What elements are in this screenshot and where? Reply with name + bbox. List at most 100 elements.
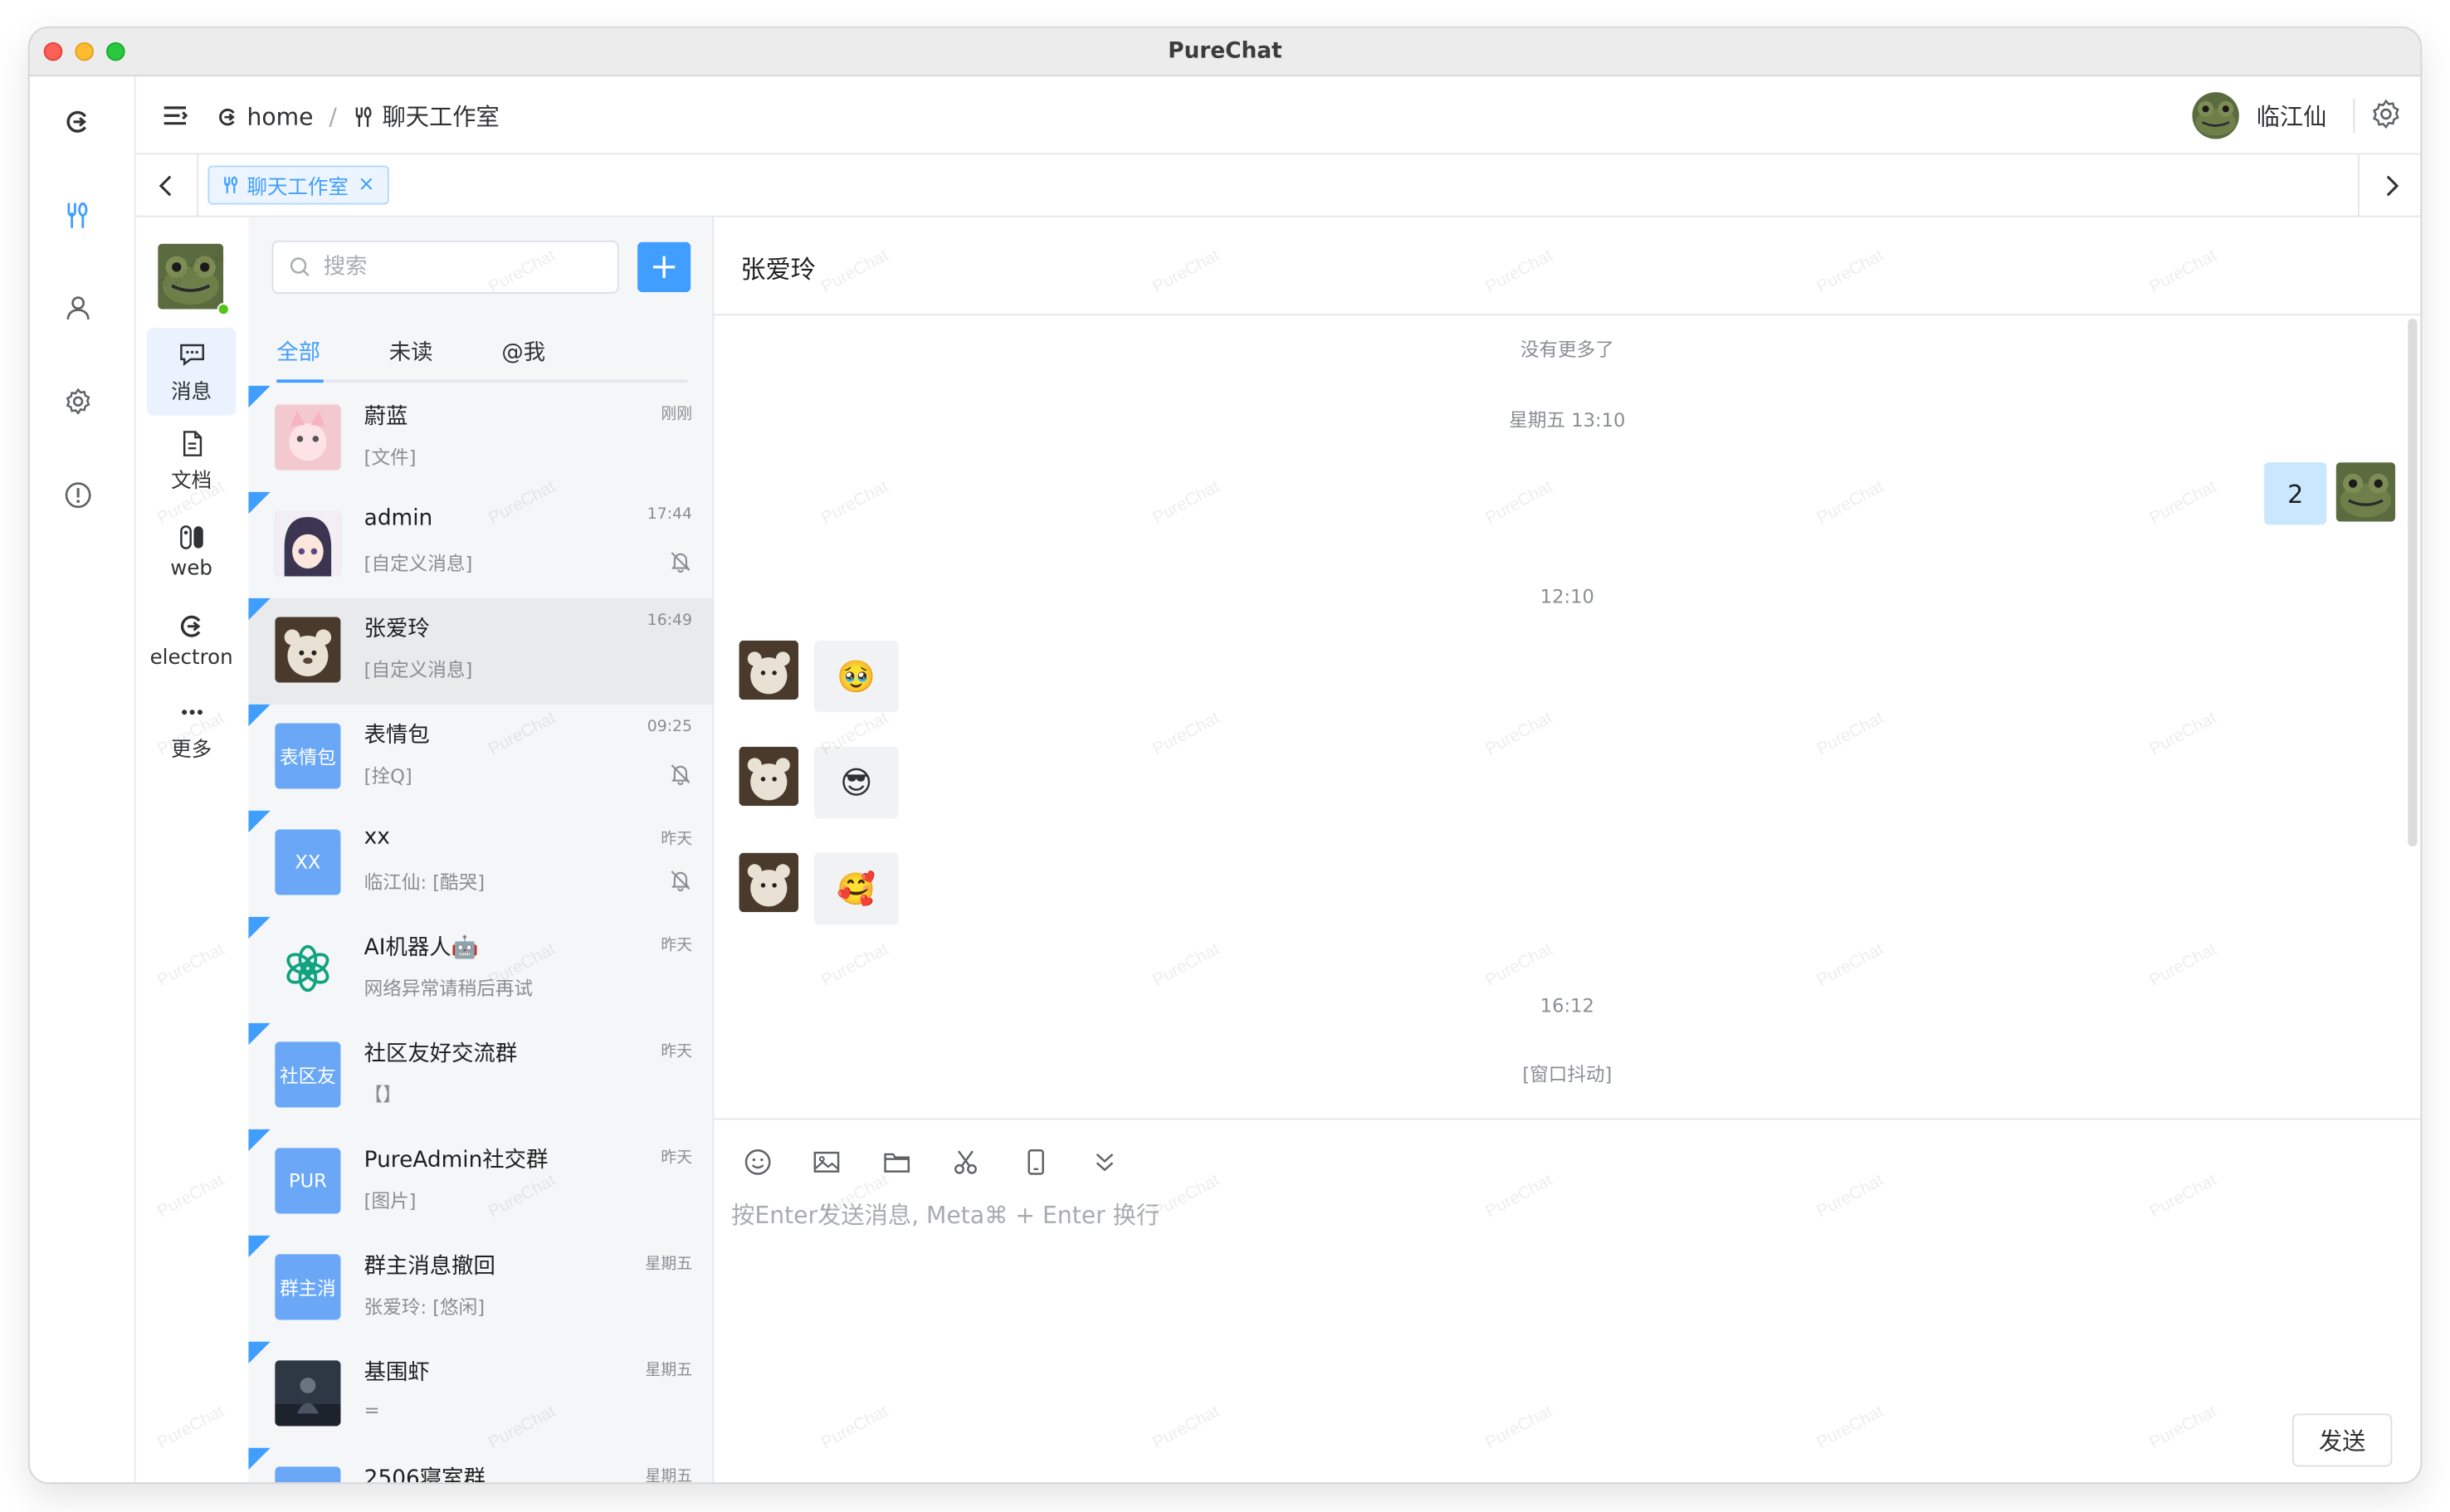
bell-off-icon xyxy=(671,764,691,785)
tags-scroll-left-icon[interactable] xyxy=(136,154,199,217)
conversation-name: 张爱玲 xyxy=(364,617,430,642)
nav-messages-label: 消息 xyxy=(171,380,212,404)
conversation-preview: 张爱玲: [悠闲] xyxy=(364,1296,486,1319)
conversation-item[interactable]: PUR PureAdmin社交群 [图片] 昨天 xyxy=(248,1129,712,1236)
user-avatar xyxy=(2192,92,2239,139)
search-box[interactable] xyxy=(271,240,619,294)
conversation-item[interactable]: 群主消 群主消息撤回 张爱玲: [悠闲] 星期五 xyxy=(248,1235,712,1342)
contact-message-avatar[interactable] xyxy=(739,746,799,807)
conversation-time: 09:25 xyxy=(647,718,693,736)
expand-icon[interactable] xyxy=(1088,1145,1121,1178)
tab-active-indicator xyxy=(276,379,324,383)
tab-unread[interactable]: 未读 xyxy=(389,336,433,368)
send-button[interactable]: 发送 xyxy=(2291,1413,2393,1467)
conversation-item[interactable]: XX xx 临江仙: [酷哭] 昨天 xyxy=(248,810,712,917)
window-title: PureChat xyxy=(1168,39,1282,65)
electron-icon xyxy=(180,614,200,637)
user-menu[interactable]: 临江仙 xyxy=(2192,90,2326,140)
contact-message-avatar[interactable] xyxy=(739,852,799,913)
nav-web[interactable]: web xyxy=(147,508,236,595)
conversation-time: 星期五 xyxy=(645,1362,693,1379)
chat-panel: 张爱玲 没有更多了 星期五 13:10 2 12:10 🥹 😎 🥰 16:12 … xyxy=(714,217,2421,1483)
pinned-corner xyxy=(248,1235,271,1258)
window-shake-notice: [窗口抖动] xyxy=(1522,1063,1613,1086)
message-scrollbar[interactable] xyxy=(2408,318,2418,847)
rail-home-icon[interactable] xyxy=(60,103,97,140)
conversation-avatar: 社区友 xyxy=(275,1041,341,1108)
conversation-item-active[interactable]: 张爱玲 [自定义消息] 16:49 xyxy=(248,597,713,705)
emoji-message[interactable]: 🥹 xyxy=(813,640,899,713)
collapse-menu-icon[interactable] xyxy=(161,101,189,129)
conversation-preview: 网络异常请稍后再试 xyxy=(364,978,534,1000)
emoji-message[interactable]: 🥰 xyxy=(813,852,899,925)
conversation-time: 16:49 xyxy=(647,612,693,630)
online-status-dot xyxy=(217,303,230,316)
my-message-bubble[interactable]: 2 xyxy=(2264,462,2327,525)
pinned-corner xyxy=(248,1341,271,1364)
conversation-list: 蔚蓝 [文件] 刚刚 admin [自定义消息] 17:44 张爱玲 [自定义消… xyxy=(248,385,713,1483)
search-input[interactable] xyxy=(323,254,589,280)
rail-user-icon[interactable] xyxy=(60,289,97,326)
rail-settings-icon[interactable] xyxy=(60,383,97,420)
conversation-preview: [拴Q] xyxy=(364,765,412,788)
conversation-item[interactable]: 表情包 表情包 [拴Q] 09:25 xyxy=(248,704,712,811)
nav-electron[interactable]: electron xyxy=(147,597,236,684)
conversation-preview: [自定义消息] xyxy=(364,659,473,681)
conversation-name: admin xyxy=(364,505,433,531)
message-input[interactable] xyxy=(731,1197,2138,1292)
conversation-pane: 全部 未读 @我 蔚蓝 [文件] 刚刚 xyxy=(248,217,715,1483)
chat-title: 张爱玲 xyxy=(740,254,816,285)
image-icon[interactable] xyxy=(810,1145,843,1178)
gear-icon[interactable] xyxy=(2370,99,2402,130)
conversation-preview: [图片] xyxy=(364,1190,417,1212)
message-list[interactable]: 没有更多了 星期五 13:10 2 12:10 🥹 😎 � xyxy=(714,315,2420,1118)
breadcrumb-home[interactable]: home xyxy=(246,102,313,130)
tag-chat-studio[interactable]: 聊天工作室 × xyxy=(207,165,389,205)
title-bar: PureChat xyxy=(29,27,2421,77)
composer-toolbar xyxy=(740,1145,1158,1178)
emoji-icon[interactable] xyxy=(740,1145,774,1178)
rail-chat-icon[interactable] xyxy=(60,197,97,234)
conversation-item[interactable]: admin [自定义消息] 17:44 xyxy=(248,491,712,598)
emoji-message[interactable]: 😎 xyxy=(813,746,899,819)
breadcrumb: home / 聊天工作室 xyxy=(217,100,500,133)
tag-close-icon[interactable]: × xyxy=(358,173,375,197)
tab-all[interactable]: 全部 xyxy=(276,336,320,368)
contact-message-avatar[interactable] xyxy=(739,640,799,700)
conversation-item[interactable]: 基围虾 = 星期五 xyxy=(248,1341,712,1448)
conversation-time: 星期五 xyxy=(645,1468,693,1483)
add-conversation-button[interactable] xyxy=(637,241,691,292)
phone-icon[interactable] xyxy=(1019,1145,1052,1178)
tags-scroll-right-icon[interactable] xyxy=(2357,154,2420,217)
conversation-preview: [文件] xyxy=(364,446,417,469)
search-icon xyxy=(290,257,310,277)
rail-info-icon[interactable] xyxy=(60,476,97,514)
tab-mention[interactable]: @我 xyxy=(501,336,545,368)
scissors-icon[interactable] xyxy=(949,1145,983,1178)
bell-off-icon xyxy=(671,552,691,573)
conversation-item[interactable]: AI机器人🤖 网络异常请稍后再试 昨天 xyxy=(248,916,712,1023)
nav-more[interactable]: 更多 xyxy=(147,685,236,773)
conversation-name: 社区友好交流群 xyxy=(364,1041,518,1067)
nav-documents-label: 文档 xyxy=(171,469,212,493)
folder-icon[interactable] xyxy=(880,1145,913,1178)
nav-web-label: web xyxy=(170,557,212,581)
conversation-avatar: PUR xyxy=(275,1148,341,1214)
chat-header: 张爱玲 xyxy=(714,217,2421,316)
conversation-name: 表情包 xyxy=(364,723,430,749)
conversation-time: 昨天 xyxy=(661,1149,693,1168)
conversation-avatar: 群主消 xyxy=(275,1254,341,1320)
breadcrumb-current: 聊天工作室 xyxy=(382,103,500,132)
nav-documents[interactable]: 文档 xyxy=(147,417,236,505)
pinned-corner xyxy=(248,1022,271,1046)
my-message-avatar[interactable] xyxy=(2335,462,2396,522)
conversation-item[interactable]: 2506寝室群 星期五 xyxy=(248,1447,712,1483)
tag-label: 聊天工作室 xyxy=(246,176,349,200)
conversation-item[interactable]: 社区友 社区友好交流群 【】 昨天 xyxy=(248,1022,712,1129)
conversation-item[interactable]: 蔚蓝 [文件] 刚刚 xyxy=(248,385,712,492)
conversation-name: 2506寝室群 xyxy=(364,1466,486,1483)
my-avatar[interactable] xyxy=(158,243,224,310)
nav-messages[interactable]: 消息 xyxy=(146,328,237,416)
conversation-time: 昨天 xyxy=(661,831,693,849)
conversation-name: 基围虾 xyxy=(364,1360,430,1386)
